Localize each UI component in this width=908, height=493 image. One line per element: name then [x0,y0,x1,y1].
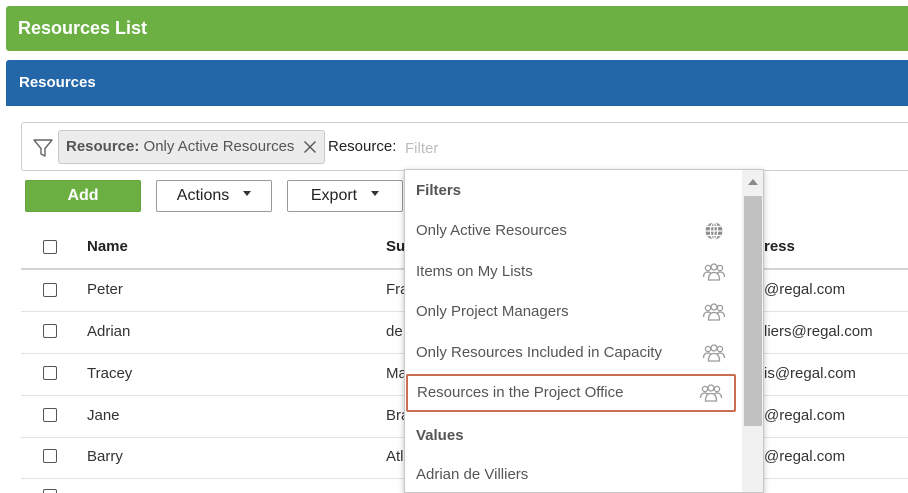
dropdown-item-only-resources-in-capacity[interactable]: Only Resources Included in Capacity [406,334,738,372]
chevron-down-icon [371,191,380,197]
cell-email: @regal.com [764,448,846,465]
people-icon [702,303,726,321]
dropdown-item-label: Resources in the Project Office [417,384,624,401]
filter-dropdown: Filters Only Active Resources Items on M… [404,169,764,493]
cell-email: is@regal.com [764,365,856,382]
filter-chip-value: Only Active Resources [143,138,295,155]
dropdown-item-label: Only Resources Included in Capacity [416,344,662,361]
globe-icon [705,221,723,241]
cell-email: @regal.com [764,281,846,298]
column-header-name[interactable]: Name [87,238,128,255]
row-checkbox[interactable] [43,366,57,380]
actions-button-label: Actions [176,187,230,204]
column-header-email[interactable]: ress [764,238,795,255]
cell-name: Peter [87,281,123,298]
cell-email: liers@regal.com [764,323,873,340]
people-icon [702,263,726,281]
dropdown-item-label: Only Active Resources [416,222,567,239]
filter-input[interactable] [405,134,705,162]
dropdown-heading-filters: Filters [416,182,462,199]
add-button[interactable]: Add [25,180,141,212]
column-header-surname[interactable]: Su [386,238,405,255]
cell-name: Jane [87,407,120,424]
people-icon [699,384,723,402]
filter-bar: Resource: Only Active Resources Resource… [21,122,908,171]
dropdown-item-only-active-resources[interactable]: Only Active Resources [406,212,738,250]
row-checkbox[interactable] [43,489,57,493]
dropdown-item-resources-in-project-office[interactable]: Resources in the Project Office [406,374,736,412]
filter-chip-active-resources[interactable]: Resource: Only Active Resources [58,130,326,164]
row-checkbox[interactable] [43,449,57,463]
dropdown-item-items-on-my-lists[interactable]: Items on My Lists [406,253,738,291]
row-checkbox[interactable] [43,283,57,297]
cell-name: Barry [87,448,123,465]
cell-surname: de [386,323,403,340]
dropdown-scrollbar[interactable] [742,170,763,492]
page-title-bar: Resources List [6,6,908,51]
people-icon [702,344,726,362]
section-title: Resources [19,74,96,91]
dropdown-heading-values: Values [416,427,464,444]
dropdown-item-only-project-managers[interactable]: Only Project Managers [406,293,738,331]
dropdown-item-label: Only Project Managers [416,303,569,320]
scrollbar-thumb[interactable] [744,196,762,426]
cell-name: Adrian [87,323,131,340]
select-all-checkbox[interactable] [43,240,57,254]
export-button[interactable]: Export [287,180,403,212]
dropdown-item-label: Items on My Lists [416,263,533,280]
chevron-down-icon [243,191,252,197]
cell-email: @regal.com [764,407,846,424]
page-title: Resources List [18,18,148,38]
funnel-icon[interactable] [32,137,54,159]
row-checkbox[interactable] [43,408,57,422]
actions-button[interactable]: Actions [156,180,272,212]
scroll-up-arrow-icon[interactable] [748,179,758,185]
filter-field-label: Resource: [328,138,397,155]
filter-chip-key: Resource: [66,138,140,155]
dropdown-item-label: Adrian de Villiers [416,466,529,483]
cell-name: Tracey [87,365,133,382]
resources-list-page: Resources List Resources Resource: Only … [0,0,908,493]
add-button-label: Add [67,187,99,204]
cell-surname: Atl [386,448,404,465]
close-icon[interactable] [303,140,317,154]
export-button-label: Export [310,187,358,204]
row-checkbox[interactable] [43,324,57,338]
dropdown-value-item[interactable]: Adrian de Villiers [406,456,738,492]
section-header: Resources [6,60,908,106]
